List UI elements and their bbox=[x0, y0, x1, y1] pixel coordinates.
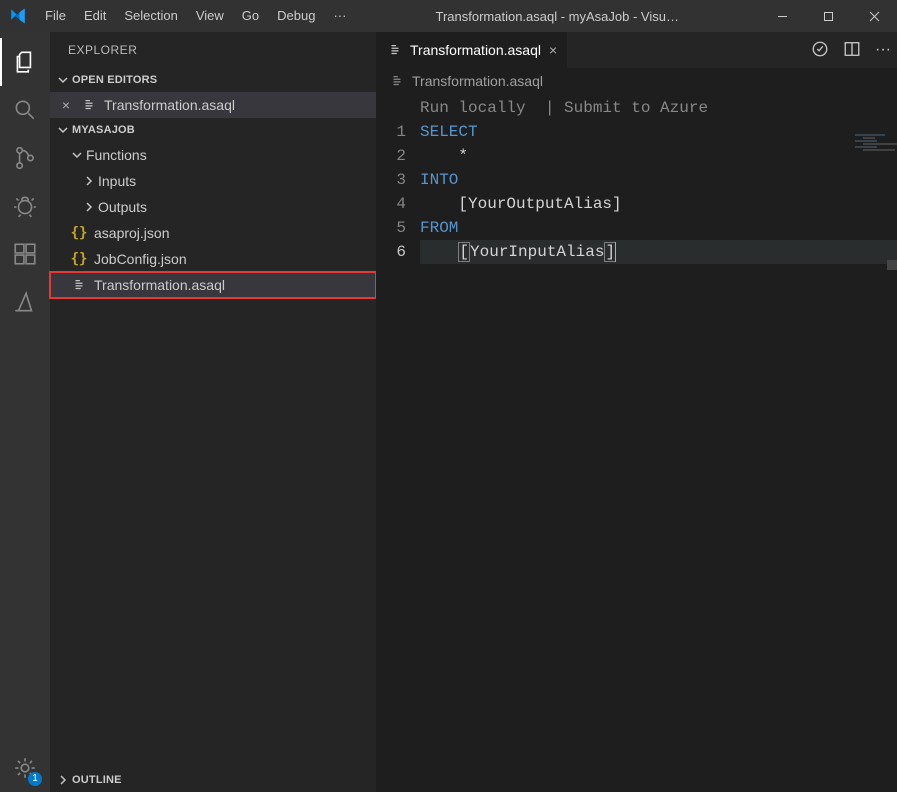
chevron-down-icon bbox=[70, 148, 84, 162]
activity-bar: 1 bbox=[0, 32, 50, 792]
more-icon[interactable]: ··· bbox=[875, 41, 891, 59]
code-token bbox=[420, 243, 458, 261]
app-logo bbox=[0, 7, 36, 25]
minimap[interactable] bbox=[855, 134, 895, 174]
codelens-hint[interactable]: Run locally | Submit to Azure bbox=[420, 99, 708, 117]
open-editor-item[interactable]: × Transformation.asaql bbox=[50, 92, 376, 118]
open-editors-label: OPEN EDITORS bbox=[72, 74, 157, 86]
workspace-section[interactable]: MYASAJOB bbox=[50, 118, 376, 142]
tree-file-asaproj[interactable]: {} asaproj.json bbox=[50, 220, 376, 246]
line-number: 6 bbox=[376, 240, 406, 264]
tab-row: Transformation.asaql × ··· bbox=[376, 32, 897, 68]
json-icon: {} bbox=[70, 250, 88, 268]
code-token: INTO bbox=[420, 171, 458, 189]
code-token: YourInputAlias bbox=[470, 243, 604, 261]
open-editors-section[interactable]: OPEN EDITORS bbox=[50, 68, 376, 92]
files-icon bbox=[12, 49, 38, 75]
tree-folder-functions[interactable]: Functions bbox=[50, 142, 376, 168]
line-number: 4 bbox=[376, 192, 406, 216]
menu-bar: File Edit Selection View Go Debug ··· bbox=[36, 0, 355, 32]
maximize-button[interactable] bbox=[805, 0, 851, 32]
close-button[interactable] bbox=[851, 0, 897, 32]
bug-icon bbox=[12, 193, 38, 219]
breadcrumb[interactable]: Transformation.asaql bbox=[376, 68, 897, 94]
file-icon bbox=[70, 276, 88, 294]
settings-badge: 1 bbox=[28, 772, 42, 786]
window-controls bbox=[759, 0, 897, 32]
chevron-down-icon bbox=[56, 73, 70, 87]
tree-label: Outputs bbox=[98, 199, 147, 215]
title-bar: File Edit Selection View Go Debug ··· Tr… bbox=[0, 0, 897, 32]
close-icon[interactable]: × bbox=[549, 42, 557, 58]
window-title: Transformation.asaql - myAsaJob - Visu… bbox=[355, 9, 759, 24]
menu-selection[interactable]: Selection bbox=[115, 0, 186, 32]
activity-extensions[interactable] bbox=[0, 230, 50, 278]
code-token: [ bbox=[458, 242, 470, 262]
activity-explorer[interactable] bbox=[0, 38, 50, 86]
split-editor-icon[interactable] bbox=[843, 40, 861, 61]
search-icon bbox=[12, 97, 38, 123]
menu-debug[interactable]: Debug bbox=[268, 0, 324, 32]
chevron-right-icon bbox=[56, 773, 70, 787]
close-icon[interactable]: × bbox=[52, 97, 80, 113]
tab-label: Transformation.asaql bbox=[410, 42, 541, 58]
explorer-sidebar: EXPLORER OPEN EDITORS × Transformation.a… bbox=[50, 32, 376, 792]
activity-settings[interactable]: 1 bbox=[0, 744, 50, 792]
outline-section[interactable]: OUTLINE bbox=[50, 768, 376, 792]
current-line: [YourInputAlias] bbox=[420, 240, 897, 264]
explorer-title: EXPLORER bbox=[50, 32, 376, 68]
scrollbar-marker bbox=[887, 260, 897, 270]
activity-search[interactable] bbox=[0, 86, 50, 134]
minimize-button[interactable] bbox=[759, 0, 805, 32]
tree-label: Inputs bbox=[98, 173, 136, 189]
menu-view[interactable]: View bbox=[187, 0, 233, 32]
line-number: 5 bbox=[376, 216, 406, 240]
editor-tab-active[interactable]: Transformation.asaql × bbox=[376, 32, 568, 68]
tree-label: Transformation.asaql bbox=[94, 277, 225, 293]
menu-go[interactable]: Go bbox=[233, 0, 268, 32]
code-editor[interactable]: 1 2 3 4 5 6 Run locally | Submit to Azur… bbox=[376, 94, 897, 792]
tree-label: asaproj.json bbox=[94, 225, 170, 241]
file-icon bbox=[386, 41, 404, 59]
tree-file-jobconfig[interactable]: {} JobConfig.json bbox=[50, 246, 376, 272]
activity-debug[interactable] bbox=[0, 182, 50, 230]
source-control-icon bbox=[12, 145, 38, 171]
open-editor-label: Transformation.asaql bbox=[104, 97, 235, 113]
chevron-right-icon bbox=[82, 200, 96, 214]
file-icon bbox=[80, 96, 98, 114]
code-token: * bbox=[420, 147, 468, 165]
workspace-label: MYASAJOB bbox=[72, 124, 135, 136]
code-content[interactable]: Run locally | Submit to Azure SELECT * I… bbox=[420, 94, 897, 792]
line-number: 3 bbox=[376, 168, 406, 192]
cursor bbox=[615, 242, 616, 262]
menu-edit[interactable]: Edit bbox=[75, 0, 115, 32]
azure-icon bbox=[12, 289, 38, 315]
chevron-right-icon bbox=[82, 174, 96, 188]
json-icon: {} bbox=[70, 224, 88, 242]
line-gutter: 1 2 3 4 5 6 bbox=[376, 94, 420, 792]
tree-folder-outputs[interactable]: Outputs bbox=[50, 194, 376, 220]
chevron-down-icon bbox=[56, 123, 70, 137]
breadcrumb-label: Transformation.asaql bbox=[412, 73, 543, 89]
code-token: FROM bbox=[420, 219, 458, 237]
tree-folder-inputs[interactable]: Inputs bbox=[50, 168, 376, 194]
tab-actions: ··· bbox=[811, 32, 897, 68]
outline-label: OUTLINE bbox=[72, 774, 122, 786]
file-icon bbox=[388, 72, 406, 90]
activity-azure[interactable] bbox=[0, 278, 50, 326]
tree-file-transformation[interactable]: Transformation.asaql bbox=[50, 272, 376, 298]
activity-scm[interactable] bbox=[0, 134, 50, 182]
extensions-icon bbox=[12, 241, 38, 267]
menu-overflow[interactable]: ··· bbox=[324, 0, 355, 32]
editor-group: Transformation.asaql × ··· Transformatio… bbox=[376, 32, 897, 792]
code-token: [YourOutputAlias] bbox=[420, 195, 622, 213]
code-token: SELECT bbox=[420, 123, 478, 141]
line-number: 1 bbox=[376, 120, 406, 144]
tree-label: Functions bbox=[86, 147, 147, 163]
compile-icon[interactable] bbox=[811, 40, 829, 61]
menu-file[interactable]: File bbox=[36, 0, 75, 32]
line-number: 2 bbox=[376, 144, 406, 168]
tree-label: JobConfig.json bbox=[94, 251, 187, 267]
